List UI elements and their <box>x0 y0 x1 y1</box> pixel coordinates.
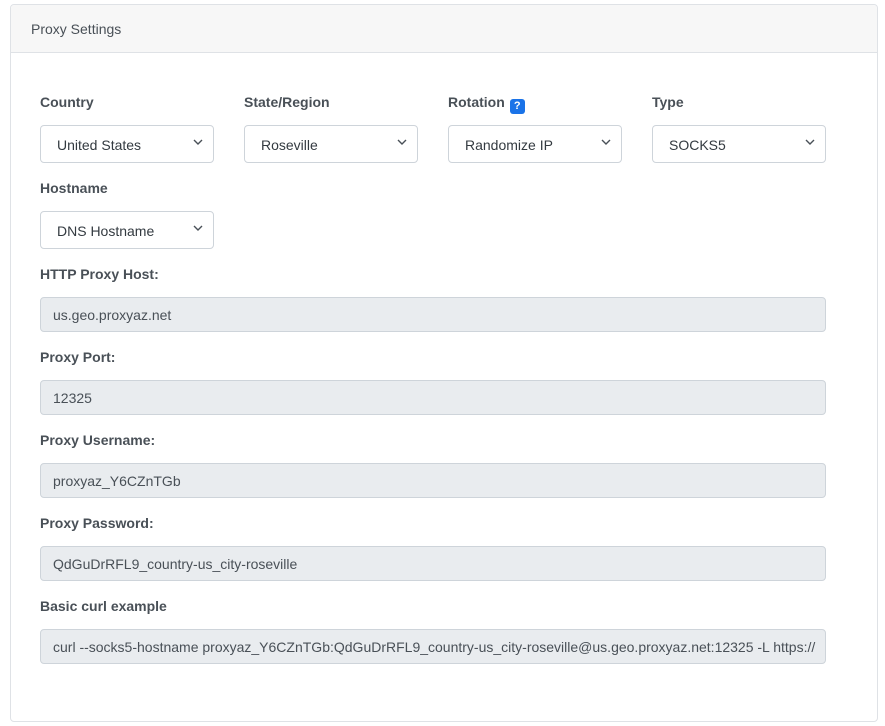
rotation-select[interactable]: Randomize IP <box>448 125 622 163</box>
rotation-field: Rotation? Randomize IP <box>448 93 622 163</box>
proxy-username-label: Proxy Username: <box>40 432 156 448</box>
hostname-label: Hostname <box>40 180 108 196</box>
chevron-down-icon <box>193 225 203 231</box>
state-select[interactable]: Roseville <box>244 125 418 163</box>
card-title: Proxy Settings <box>31 21 122 37</box>
type-field: Type SOCKS5 <box>652 93 826 163</box>
state-label: State/Region <box>244 94 330 110</box>
proxy-password-group: Proxy Password: QdGuDrRFL9_country-us_ci… <box>40 514 826 581</box>
curl-example-group: Basic curl example curl --socks5-hostnam… <box>40 597 826 664</box>
proxy-port-field[interactable]: 12325 <box>40 380 826 415</box>
proxy-username-field[interactable]: proxyaz_Y6CZnTGb <box>40 463 826 498</box>
hostname-select[interactable]: DNS Hostname <box>40 211 214 249</box>
selection-row: Country United States State/Region Rosev… <box>40 93 826 163</box>
card-header: Proxy Settings <box>11 5 877 53</box>
rotation-label: Rotation <box>448 94 505 110</box>
http-proxy-host-field[interactable]: us.geo.proxyaz.net <box>40 297 826 332</box>
curl-example-field[interactable]: curl --socks5-hostname proxyaz_Y6CZnTGb:… <box>40 629 826 664</box>
proxy-port-label: Proxy Port: <box>40 349 116 365</box>
chevron-down-icon <box>397 139 407 145</box>
chevron-down-icon <box>805 139 815 145</box>
proxy-password-field[interactable]: QdGuDrRFL9_country-us_city-roseville <box>40 546 826 581</box>
rotation-label-row: Rotation? <box>448 93 622 114</box>
http-proxy-host-group: HTTP Proxy Host: us.geo.proxyaz.net <box>40 265 826 332</box>
state-select-value: Roseville <box>261 137 318 153</box>
hostname-field: Hostname DNS Hostname <box>40 179 214 249</box>
chevron-down-icon <box>193 139 203 145</box>
chevron-down-icon <box>601 139 611 145</box>
type-select-value: SOCKS5 <box>669 137 726 153</box>
http-proxy-host-label: HTTP Proxy Host: <box>40 266 159 282</box>
hostname-select-value: DNS Hostname <box>57 223 155 239</box>
country-field: Country United States <box>40 93 214 163</box>
proxy-password-label: Proxy Password: <box>40 515 154 531</box>
country-select-value: United States <box>57 137 142 153</box>
country-select[interactable]: United States <box>40 125 214 163</box>
type-label: Type <box>652 94 684 110</box>
proxy-port-group: Proxy Port: 12325 <box>40 348 826 415</box>
country-label: Country <box>40 94 94 110</box>
rotation-select-value: Randomize IP <box>465 137 553 153</box>
curl-example-label: Basic curl example <box>40 598 167 614</box>
type-select[interactable]: SOCKS5 <box>652 125 826 163</box>
state-field: State/Region Roseville <box>244 93 418 163</box>
help-icon[interactable]: ? <box>509 99 525 114</box>
proxy-username-group: Proxy Username: proxyaz_Y6CZnTGb <box>40 431 826 498</box>
